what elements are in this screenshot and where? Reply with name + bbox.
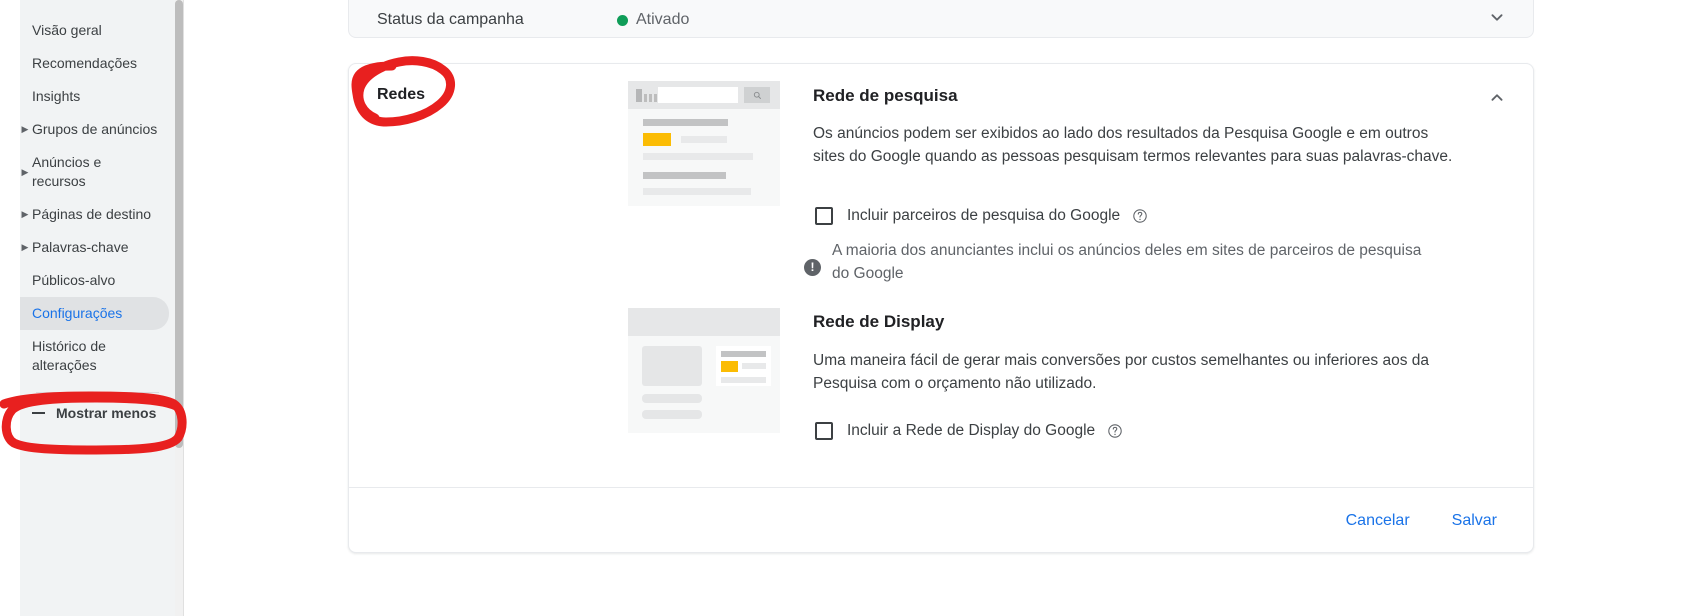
help-circle-icon[interactable] <box>1107 423 1123 439</box>
preview-content-block <box>642 346 702 386</box>
chevron-up-icon[interactable] <box>1483 84 1511 112</box>
sidebar-item-anuncios-e-recursos[interactable]: ▶ Anúncios e recursos <box>20 146 169 198</box>
campaign-status-card[interactable]: Status da campanha Ativado <box>348 0 1534 38</box>
display-network-description: Uma maneira fácil de gerar mais conversõ… <box>813 352 1429 392</box>
campaign-nav-sidebar: ▶ Visão geral ▶ Recomendações ▶ Insights… <box>20 0 175 616</box>
sidebar-item-insights[interactable]: ▶ Insights <box>20 80 169 113</box>
display-network-checkbox-row[interactable]: Incluir a Rede de Display do Google <box>815 422 1123 440</box>
checkbox-focus-ring <box>806 198 846 238</box>
chevron-right-icon[interactable]: ▶ <box>20 210 30 219</box>
campaign-status-label: Status da campanha <box>377 11 524 28</box>
sidebar-left-gutter <box>0 0 20 616</box>
search-network-heading: Rede de pesquisa <box>813 86 958 105</box>
google-ads-settings-screen: ▶ Visão geral ▶ Recomendações ▶ Insights… <box>0 0 1694 616</box>
networks-section-title: Redes <box>377 86 426 103</box>
chevron-right-icon[interactable]: ▶ <box>20 125 30 134</box>
preview-ad-badge <box>643 133 671 146</box>
show-less-button[interactable]: Mostrar menos <box>20 393 175 433</box>
sidebar-item-publicos-alvo[interactable]: ▶ Públicos-alvo <box>20 264 169 297</box>
cancel-button[interactable]: Cancelar <box>1334 504 1422 538</box>
sidebar-scrollbar-thumb[interactable] <box>175 0 183 448</box>
search-partners-note: ! A maioria dos anunciantes inclui os an… <box>804 239 1444 285</box>
display-network-checkbox[interactable] <box>815 422 833 440</box>
sidebar-item-label: Palavras-chave <box>32 239 129 255</box>
sidebar-item-label: Grupos de anúncios <box>32 121 158 137</box>
status-dot-icon <box>617 14 628 26</box>
exclamation-circle-icon: ! <box>804 259 821 276</box>
search-partners-checkbox-row[interactable]: Incluir parceiros de pesquisa do Google <box>806 198 1148 238</box>
search-partners-checkbox[interactable] <box>806 198 846 238</box>
search-network-description: Os anúncios podem ser exibidos ao lado d… <box>813 125 1453 165</box>
minus-icon <box>32 412 46 414</box>
sidebar-item-label: Insights <box>32 88 81 104</box>
networks-settings-card: Redes Rede de pesquisa Os anúncios podem… <box>348 63 1534 553</box>
card-footer-divider <box>349 487 1533 488</box>
settings-main-content: Status da campanha Ativado Redes Rede de… <box>184 0 1694 616</box>
sidebar-item-paginas-de-destino[interactable]: ▶ Páginas de destino <box>20 198 169 231</box>
save-button[interactable]: Salvar <box>1440 504 1509 538</box>
search-icon <box>744 87 770 103</box>
display-network-preview-image <box>628 308 780 433</box>
search-partners-note-text: A maioria dos anunciantes inclui os anún… <box>832 242 1422 282</box>
search-partners-checkbox-label: Incluir parceiros de pesquisa do Google <box>847 207 1121 224</box>
sidebar-item-label: Anúncios e recursos <box>32 154 102 189</box>
chevron-right-icon[interactable]: ▶ <box>20 243 30 252</box>
campaign-status-value: Ativado <box>617 11 689 29</box>
help-circle-icon[interactable] <box>1132 208 1148 224</box>
campaign-status-text: Ativado <box>636 11 690 28</box>
preview-display-ad-card <box>716 346 771 386</box>
sidebar-item-label: Públicos-alvo <box>32 272 116 288</box>
sidebar-item-label: Configurações <box>32 305 123 321</box>
search-network-preview-image <box>628 81 780 206</box>
sidebar-item-grupos-de-anuncios[interactable]: ▶ Grupos de anúncios <box>20 113 169 146</box>
preview-ad-badge <box>721 361 738 372</box>
chevron-down-icon[interactable] <box>1483 3 1511 31</box>
sidebar-item-recomendacoes[interactable]: ▶ Recomendações <box>20 47 169 80</box>
sidebar-item-label: Recomendações <box>32 55 138 71</box>
sidebar-item-configuracoes[interactable]: ▶ Configurações <box>20 297 169 330</box>
sidebar-item-label: Visão geral <box>32 22 102 38</box>
preview-search-field <box>658 87 738 103</box>
preview-logo-icon <box>636 89 657 102</box>
sidebar-item-visao-geral[interactable]: ▶ Visão geral <box>20 14 169 47</box>
sidebar-item-label: Histórico de alterações <box>32 338 106 373</box>
card-action-buttons: Cancelar Salvar <box>1334 504 1509 538</box>
display-network-checkbox-label: Incluir a Rede de Display do Google <box>847 422 1096 439</box>
sidebar-item-label: Páginas de destino <box>32 206 152 222</box>
display-network-heading: Rede de Display <box>813 312 945 331</box>
sidebar-item-palavras-chave[interactable]: ▶ Palavras-chave <box>20 231 169 264</box>
sidebar-item-historico-de-alteracoes[interactable]: ▶ Histórico de alterações <box>20 330 169 382</box>
chevron-right-icon[interactable]: ▶ <box>20 167 30 177</box>
show-less-label: Mostrar menos <box>56 405 157 421</box>
